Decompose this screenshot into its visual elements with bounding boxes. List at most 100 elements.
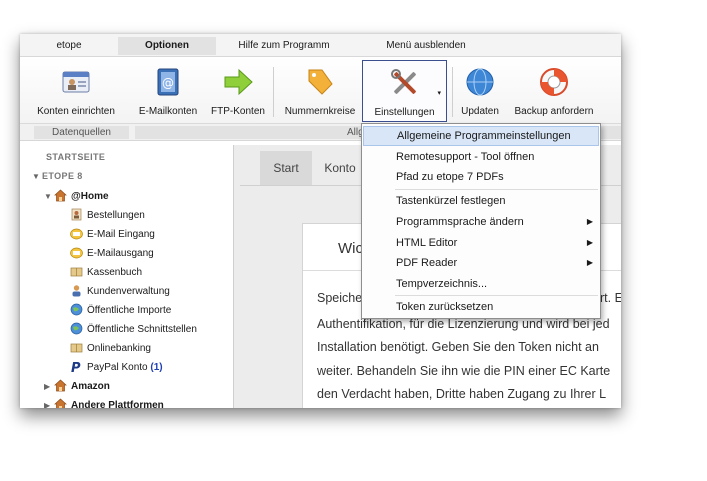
person-icon xyxy=(72,285,81,297)
tree-item-kassenbuch[interactable]: Kassenbuch xyxy=(70,265,142,278)
tab-start[interactable]: Start xyxy=(260,151,312,185)
card-text-line-2: Authentifikation, für die Lizenzierung u… xyxy=(317,317,610,331)
tab-etope[interactable]: etope xyxy=(20,37,118,55)
house-icon xyxy=(54,398,67,408)
globe-icon xyxy=(466,68,494,96)
menu-item-programmsprache[interactable]: Programmsprache ändern ▶ xyxy=(363,212,599,232)
tree-item-home[interactable]: ▼ @Home xyxy=(44,189,109,202)
ftp-konten-button[interactable]: FTP-Konten xyxy=(208,60,268,122)
submenu-arrow-icon: ▶ xyxy=(586,258,593,267)
collapse-arrow-icon[interactable]: ▼ xyxy=(32,172,42,181)
einstellungen-dropdown-menu: Allgemeine Programmeinstellungen Remotes… xyxy=(361,123,601,319)
paypal-count-badge: (1) xyxy=(150,362,163,373)
andere-plattformen-label: Andere Plattformen xyxy=(71,400,164,408)
tab-konto[interactable]: Konto xyxy=(314,151,366,185)
expand-arrow-icon[interactable]: ▶ xyxy=(44,401,54,408)
menu-separator xyxy=(395,295,598,296)
etope8-label: ETOPE 8 xyxy=(42,171,83,181)
tree-item-kundenverwaltung[interactable]: Kundenverwaltung xyxy=(70,284,170,297)
globe-icon xyxy=(70,303,83,316)
updaten-label: Updaten xyxy=(461,106,499,117)
konten-einrichten-button[interactable]: Konten einrichten xyxy=(28,60,124,122)
menu-item-tastenkuerzel[interactable]: Tastenkürzel festlegen xyxy=(363,191,599,211)
address-book-icon: @ xyxy=(157,68,179,96)
id-card-icon xyxy=(62,71,90,93)
email-eingang-label: E-Mail Eingang xyxy=(87,229,155,240)
menu-item-label: Token zurücksetzen xyxy=(396,301,494,313)
menu-item-token-zuruecksetzen[interactable]: Token zurücksetzen xyxy=(363,297,599,317)
etope8-heading[interactable]: ▼ ETOPE 8 xyxy=(32,171,83,181)
menu-item-label: HTML Editor xyxy=(396,237,458,249)
mail-inbox-icon xyxy=(70,228,83,240)
backup-anfordern-label: Backup anfordern xyxy=(514,106,594,117)
card-text-line-1: Speiche xyxy=(317,291,363,305)
house-icon xyxy=(54,379,67,392)
svg-text:@: @ xyxy=(162,76,174,90)
tree-item-andere-plattformen[interactable]: ▶ Andere Plattformen xyxy=(44,398,164,408)
kassenbuch-label: Kassenbuch xyxy=(87,267,143,278)
expand-arrow-icon[interactable]: ▶ xyxy=(44,382,54,391)
tools-icon xyxy=(390,69,416,94)
e-mailkonten-button[interactable]: @ E-Mailkonten xyxy=(132,60,204,122)
kundenverwaltung-label: Kundenverwaltung xyxy=(87,286,170,297)
app-window: etope Optionen Hilfe zum Programm Menü a… xyxy=(20,34,621,408)
card-text-line-5: den Verdacht haben, Dritte haben Zugang … xyxy=(317,387,607,401)
tree-item-paypal[interactable]: P PayPal Konto (1) xyxy=(70,360,163,373)
nummernkreise-label: Nummernkreise xyxy=(284,106,356,117)
tree-item-oeffentliche-schnittstellen[interactable]: Öffentliche Schnittstellen xyxy=(70,322,197,335)
ribbon-tab-strip: etope Optionen Hilfe zum Programm Menü a… xyxy=(20,34,621,57)
sidebar: STARTSEITE ▼ ETOPE 8 ▼ @Home Bestellungen … xyxy=(20,145,234,408)
tag-icon xyxy=(308,69,333,95)
einstellungen-label: Einstellungen xyxy=(374,107,435,118)
paypal-icon: P xyxy=(71,361,81,373)
collapse-arrow-icon[interactable]: ▼ xyxy=(44,192,54,201)
book-icon xyxy=(70,343,83,353)
menu-item-remotesupport[interactable]: Remotesupport - Tool öffnen xyxy=(363,147,599,167)
oeffentliche-schnittstellen-label: Öffentliche Schnittstellen xyxy=(87,324,197,335)
tree-item-amazon[interactable]: ▶ Amazon xyxy=(44,379,110,392)
ftp-konten-label: FTP-Konten xyxy=(211,106,265,117)
tab-menu-ausblenden[interactable]: Menü ausblenden xyxy=(356,37,496,55)
amazon-label: Amazon xyxy=(71,381,110,392)
menu-item-label: Remotesupport - Tool öffnen xyxy=(396,151,535,163)
menu-item-label: Tempverzeichnis... xyxy=(396,278,488,290)
menu-item-allgemeine-programmeinstellungen[interactable]: Allgemeine Programmeinstellungen xyxy=(363,126,599,146)
menu-item-label: Tastenkürzel festlegen xyxy=(396,195,506,207)
einstellungen-button[interactable]: ▾ Einstellungen xyxy=(362,60,447,122)
menu-item-label: Programmsprache ändern xyxy=(396,216,524,228)
card-text-line-3: Installation benötigt. Geben Sie den Tok… xyxy=(317,340,599,354)
home-label: @Home xyxy=(71,191,109,202)
book-icon xyxy=(70,267,83,277)
updaten-button[interactable]: Updaten xyxy=(456,60,504,122)
tree-item-bestellungen[interactable]: Bestellungen xyxy=(70,208,145,221)
green-arrow-icon xyxy=(224,68,253,96)
onlinebanking-label: Onlinebanking xyxy=(87,343,151,354)
tab-optionen[interactable]: Optionen xyxy=(118,37,216,55)
tree-item-onlinebanking[interactable]: Onlinebanking xyxy=(70,341,151,354)
submenu-arrow-icon: ▶ xyxy=(586,238,593,247)
menu-item-pdf-reader[interactable]: PDF Reader ▶ xyxy=(363,253,599,273)
group-datenquellen: Datenquellen xyxy=(34,126,129,139)
startseite-heading[interactable]: STARTSEITE xyxy=(46,152,105,162)
backup-anfordern-button[interactable]: Backup anfordern xyxy=(506,60,602,122)
menu-item-tempverzeichnis[interactable]: Tempverzeichnis... xyxy=(363,274,599,294)
bestellungen-label: Bestellungen xyxy=(87,210,145,221)
nummernkreise-button[interactable]: Nummernkreise xyxy=(278,60,362,122)
house-icon xyxy=(54,189,67,202)
tree-item-email-ausgang[interactable]: E-Mailausgang xyxy=(70,246,154,259)
tree-item-email-eingang[interactable]: E-Mail Eingang xyxy=(70,227,155,240)
globe-icon xyxy=(70,322,83,335)
ribbon: Konten einrichten @ E-Mailkonten FTP-Kon… xyxy=(20,57,621,124)
menu-separator xyxy=(395,189,598,190)
tree-item-oeffentliche-importe[interactable]: Öffentliche Importe xyxy=(70,303,171,316)
ribbon-separator xyxy=(273,67,274,117)
oeffentliche-importe-label: Öffentliche Importe xyxy=(87,305,172,316)
menu-item-html-editor[interactable]: HTML Editor ▶ xyxy=(363,233,599,253)
menu-item-label: Allgemeine Programmeinstellungen xyxy=(397,130,571,142)
menu-item-pfad-pdfs[interactable]: Pfad zu etope 7 PDFs xyxy=(363,167,599,187)
card-text-tail: rt. E xyxy=(600,291,621,305)
tab-hilfe[interactable]: Hilfe zum Programm xyxy=(216,37,352,55)
document-person-icon xyxy=(71,208,82,221)
email-ausgang-label: E-Mailausgang xyxy=(87,248,154,259)
paypal-label: PayPal Konto xyxy=(87,362,148,373)
